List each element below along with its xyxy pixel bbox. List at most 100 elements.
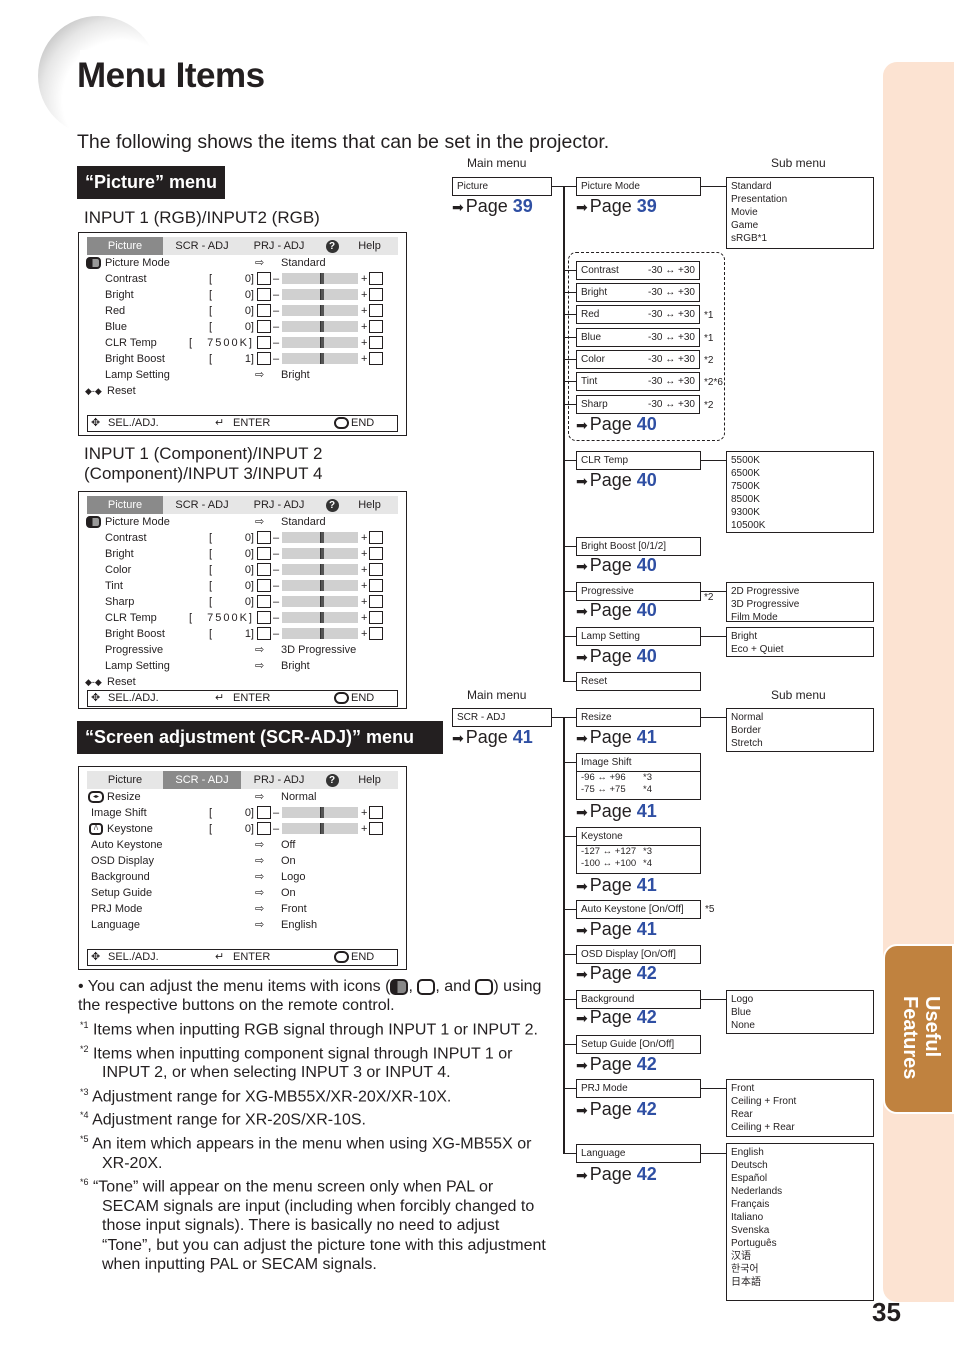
slider-track[interactable] — [282, 548, 358, 559]
page-number-link[interactable]: 39 — [637, 196, 657, 216]
page-number-link[interactable]: 40 — [637, 646, 657, 666]
page-number-link[interactable]: 40 — [637, 555, 657, 575]
page-ref[interactable]: ➡ Page 39 — [576, 196, 657, 217]
slider-knob[interactable] — [320, 612, 324, 623]
page-number-link[interactable]: 40 — [637, 600, 657, 620]
osd-tab-picture[interactable]: Picture — [87, 496, 163, 514]
osd-row-tint[interactable]: Tint [0] – + — [79, 578, 406, 594]
slider-track[interactable] — [282, 321, 358, 332]
page-number-link[interactable]: 41 — [637, 875, 657, 895]
page-number-link[interactable]: 41 — [637, 801, 657, 821]
slider-knob[interactable] — [320, 580, 324, 591]
osd-tab-scr-adj[interactable]: SCR - ADJ — [163, 237, 241, 255]
osd-row-picture-mode[interactable]: Picture Mode ⇨ Standard — [79, 514, 406, 530]
osd-row-clr-temp[interactable]: CLR Temp [7500K] – + — [79, 335, 406, 351]
page-ref[interactable]: ➡ Page 39 — [452, 196, 533, 217]
osd-tab-prj-adj[interactable]: PRJ - ADJ — [241, 496, 317, 514]
osd-row-reset[interactable]: ◆-◆ Reset — [79, 383, 406, 399]
slider-track[interactable] — [282, 628, 358, 639]
page-ref[interactable]: ➡ Page 42 — [576, 1164, 657, 1185]
page-ref[interactable]: ➡ Page 41 — [576, 801, 657, 822]
slider-track[interactable] — [282, 807, 358, 818]
page-number-link[interactable]: 42 — [637, 1054, 657, 1074]
slider-knob[interactable] — [320, 305, 324, 316]
osd-row-reset[interactable]: ◆-◆ Reset — [79, 674, 406, 690]
page-ref[interactable]: ➡ Page 40 — [576, 646, 657, 667]
slider-knob[interactable] — [320, 564, 324, 575]
osd-row-contrast[interactable]: Contrast [0] – + — [79, 271, 406, 287]
page-ref[interactable]: ➡ Page 42 — [576, 1054, 657, 1075]
slider-knob[interactable] — [320, 353, 324, 364]
slider-knob[interactable] — [320, 321, 324, 332]
osd-row-lamp-setting[interactable]: Lamp Setting ⇨ Bright — [79, 367, 406, 383]
osd-tab-help[interactable]: Help — [347, 237, 392, 255]
slider-track[interactable] — [282, 564, 358, 575]
osd-row-bright[interactable]: Bright [0] – + — [79, 546, 406, 562]
osd-row-language[interactable]: Language ⇨ English — [79, 917, 406, 933]
useful-features-tab[interactable]: Useful Features — [883, 944, 954, 1114]
osd-tab-scr-adj[interactable]: SCR - ADJ — [163, 771, 241, 789]
page-number-link[interactable]: 39 — [513, 196, 533, 216]
page-number-link[interactable]: 42 — [637, 1164, 657, 1184]
osd-row-setup-guide[interactable]: Setup Guide ⇨ On — [79, 885, 406, 901]
osd-row-bright[interactable]: Bright [0] – + — [79, 287, 406, 303]
osd-row-bright-boost[interactable]: Bright Boost [1] – + — [79, 626, 406, 642]
slider-knob[interactable] — [320, 289, 324, 300]
page-number-link[interactable]: 41 — [637, 919, 657, 939]
page-number-link[interactable]: 40 — [637, 414, 657, 434]
osd-row-image-shift[interactable]: Image Shift [0] – + — [79, 805, 406, 821]
osd-row-resize[interactable]: ◂▸ Resize ⇨ Normal — [79, 789, 406, 805]
osd-row-color[interactable]: Color [0] – + — [79, 562, 406, 578]
page-ref[interactable]: ➡ Page 42 — [576, 1007, 657, 1028]
osd-row-keystone[interactable]: /\ Keystone [0] – + — [79, 821, 406, 837]
slider-track[interactable] — [282, 337, 358, 348]
osd-tab-picture[interactable]: Picture — [87, 237, 163, 255]
osd-row-background[interactable]: Background ⇨ Logo — [79, 869, 406, 885]
slider-knob[interactable] — [320, 823, 324, 834]
slider-track[interactable] — [282, 580, 358, 591]
osd-row-lamp-setting[interactable]: Lamp Setting ⇨ Bright — [79, 658, 406, 674]
slider-track[interactable] — [282, 596, 358, 607]
slider-track[interactable] — [282, 289, 358, 300]
slider-knob[interactable] — [320, 532, 324, 543]
page-ref[interactable]: ➡ Page 40 — [576, 470, 657, 491]
page-number-link[interactable]: 41 — [513, 727, 533, 747]
page-number-link[interactable]: 42 — [637, 1099, 657, 1119]
osd-tab-help[interactable]: Help — [347, 496, 392, 514]
osd-row-contrast[interactable]: Contrast [0] – + — [79, 530, 406, 546]
osd-tab--[interactable]: ? — [317, 496, 347, 514]
osd-row-osd-display[interactable]: OSD Display ⇨ On — [79, 853, 406, 869]
osd-tab-prj-adj[interactable]: PRJ - ADJ — [241, 237, 317, 255]
page-number-link[interactable]: 42 — [637, 963, 657, 983]
page-number-link[interactable]: 41 — [637, 727, 657, 747]
osd-row-blue[interactable]: Blue [0] – + — [79, 319, 406, 335]
slider-track[interactable] — [282, 353, 358, 364]
page-ref[interactable]: ➡ Page 42 — [576, 963, 657, 984]
osd-tab--[interactable]: ? — [317, 771, 347, 789]
slider-knob[interactable] — [320, 807, 324, 818]
osd-row-auto-keystone[interactable]: Auto Keystone ⇨ Off — [79, 837, 406, 853]
slider-track[interactable] — [282, 823, 358, 834]
page-ref[interactable]: ➡ Page 40 — [576, 555, 657, 576]
slider-track[interactable] — [282, 305, 358, 316]
osd-row-bright-boost[interactable]: Bright Boost [1] – + — [79, 351, 406, 367]
page-ref[interactable]: ➡ Page 42 — [576, 1099, 657, 1120]
osd-row-sharp[interactable]: Sharp [0] – + — [79, 594, 406, 610]
page-ref[interactable]: ➡ Page 41 — [576, 727, 657, 748]
page-ref[interactable]: ➡ Page 41 — [576, 875, 657, 896]
slider-knob[interactable] — [320, 596, 324, 607]
slider-track[interactable] — [282, 612, 358, 623]
page-ref[interactable]: ➡ Page 40 — [576, 600, 657, 621]
osd-row-picture-mode[interactable]: Picture Mode ⇨ Standard — [79, 255, 406, 271]
slider-track[interactable] — [282, 532, 358, 543]
osd-tab-help[interactable]: Help — [347, 771, 392, 789]
slider-knob[interactable] — [320, 548, 324, 559]
osd-row-red[interactable]: Red [0] – + — [79, 303, 406, 319]
osd-row-progressive[interactable]: Progressive ⇨ 3D Progressive — [79, 642, 406, 658]
osd-tab-picture[interactable]: Picture — [87, 771, 163, 789]
page-number-link[interactable]: 42 — [637, 1007, 657, 1027]
slider-knob[interactable] — [320, 337, 324, 348]
page-ref[interactable]: ➡ Page 41 — [452, 727, 533, 748]
osd-row-prj-mode[interactable]: PRJ Mode ⇨ Front — [79, 901, 406, 917]
osd-row-clr-temp[interactable]: CLR Temp [7500K] – + — [79, 610, 406, 626]
